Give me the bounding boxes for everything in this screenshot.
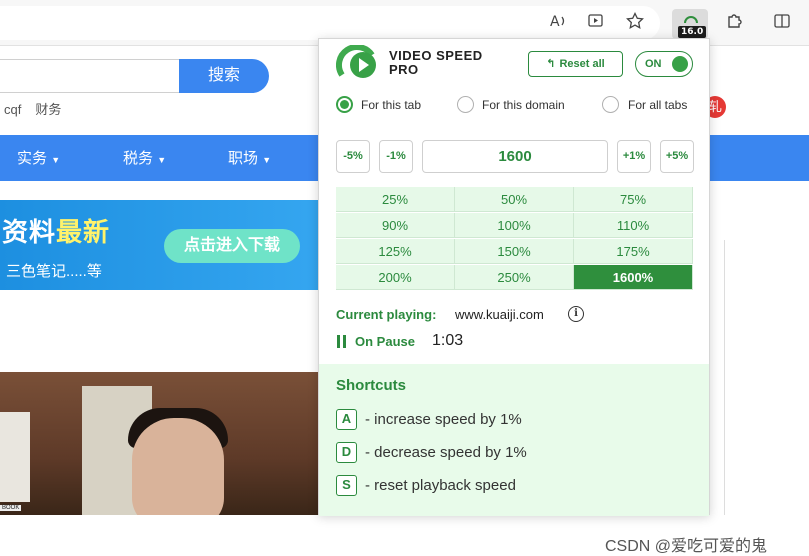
video-thumbnail[interactable]: BOOK <box>0 372 318 515</box>
preset-250[interactable]: 250% <box>455 265 574 290</box>
read-aloud-icon[interactable]: A <box>546 11 570 35</box>
preset-75[interactable]: 75% <box>574 187 693 212</box>
plus-5-button[interactable]: +5% <box>660 140 694 173</box>
video-speed-extension-button[interactable]: 16.0 <box>672 9 708 39</box>
svg-text:A: A <box>550 14 560 30</box>
site-search-input[interactable] <box>0 59 180 93</box>
wall-frame <box>0 412 30 502</box>
extension-badge: 16.0 <box>678 26 707 38</box>
preset-50[interactable]: 50% <box>455 187 574 212</box>
nav-item-career[interactable]: 职场 ▼ <box>228 147 271 168</box>
preset-175[interactable]: 175% <box>574 239 693 264</box>
on-off-toggle[interactable]: ON <box>635 51 693 77</box>
hot-word[interactable]: cqf <box>4 102 21 117</box>
caret-down-icon: ▼ <box>51 155 61 165</box>
site-search-button[interactable]: 搜索 <box>179 59 269 93</box>
promo-banner[interactable]: 资料最新 三色笔记.....等 点击进入下载 <box>0 200 322 290</box>
shortcuts-title: Shortcuts <box>336 377 407 394</box>
preset-1600-active[interactable]: 1600% <box>574 265 693 290</box>
key-d: D <box>336 442 357 463</box>
preset-150[interactable]: 150% <box>455 239 574 264</box>
speed-value-input[interactable]: 1600 <box>422 140 608 173</box>
video-speed-logo-icon <box>336 45 376 78</box>
video-speed-popup: VIDEO SPEED PRO ↰ Reset all ON For this t… <box>318 38 710 516</box>
favorite-star-icon[interactable] <box>623 11 647 35</box>
current-playing-label: Current playing: <box>336 307 437 322</box>
current-site: www.kuaiji.com <box>455 307 544 322</box>
book-label: BOOK <box>0 505 22 511</box>
preset-200[interactable]: 200% <box>336 265 455 290</box>
brand-name: VIDEO SPEED PRO <box>389 48 483 77</box>
toggle-label: ON <box>645 58 662 70</box>
caret-down-icon: ▼ <box>262 155 272 165</box>
banner-download-button[interactable]: 点击进入下载 <box>164 229 300 263</box>
speed-preset-grid: 25% 50% 75% 90% 100% 110% 125% 150% 175%… <box>336 187 694 290</box>
nav-item-tax[interactable]: 税务 ▼ <box>123 147 166 168</box>
person-face <box>132 418 224 515</box>
playback-time: 1:03 <box>432 332 464 349</box>
nav-item-practice[interactable]: 实务 ▼ <box>17 147 60 168</box>
radio-selected-icon <box>336 96 353 113</box>
hot-words: cqf 财务 <box>4 99 75 118</box>
divider <box>724 240 725 515</box>
preset-25[interactable]: 25% <box>336 187 455 212</box>
immersive-reader-icon[interactable] <box>584 11 608 35</box>
radio-unselected-icon <box>602 96 619 113</box>
banner-subtitle: 三色笔记.....等 <box>6 263 102 280</box>
preset-100[interactable]: 100% <box>455 213 574 238</box>
undo-arrow-icon: ↰ <box>546 58 556 70</box>
playback-status: On Pause <box>355 334 415 349</box>
speed-gauge-icon <box>684 16 698 24</box>
key-a: A <box>336 409 357 430</box>
preset-125[interactable]: 125% <box>336 239 455 264</box>
toggle-knob <box>672 56 688 72</box>
extensions-icon[interactable] <box>722 11 746 35</box>
radio-unselected-icon <box>457 96 474 113</box>
split-screen-icon[interactable] <box>770 11 794 35</box>
preset-90[interactable]: 90% <box>336 213 455 238</box>
watermark: CSDN @爱吃可爱的鬼 <box>605 538 768 555</box>
shortcuts-panel: Shortcuts A - increase speed by 1% D - d… <box>319 364 709 516</box>
caret-down-icon: ▼ <box>157 155 167 165</box>
minus-5-button[interactable]: -5% <box>336 140 370 173</box>
plus-1-button[interactable]: +1% <box>617 140 651 173</box>
hot-word[interactable]: 财务 <box>35 102 61 117</box>
reset-all-button[interactable]: ↰ Reset all <box>528 51 623 77</box>
minus-1-button[interactable]: -1% <box>379 140 413 173</box>
pause-icon[interactable] <box>337 335 347 348</box>
preset-110[interactable]: 110% <box>574 213 693 238</box>
key-s: S <box>336 475 357 496</box>
info-icon[interactable]: i <box>568 306 584 322</box>
banner-title: 资料最新 <box>2 217 111 247</box>
